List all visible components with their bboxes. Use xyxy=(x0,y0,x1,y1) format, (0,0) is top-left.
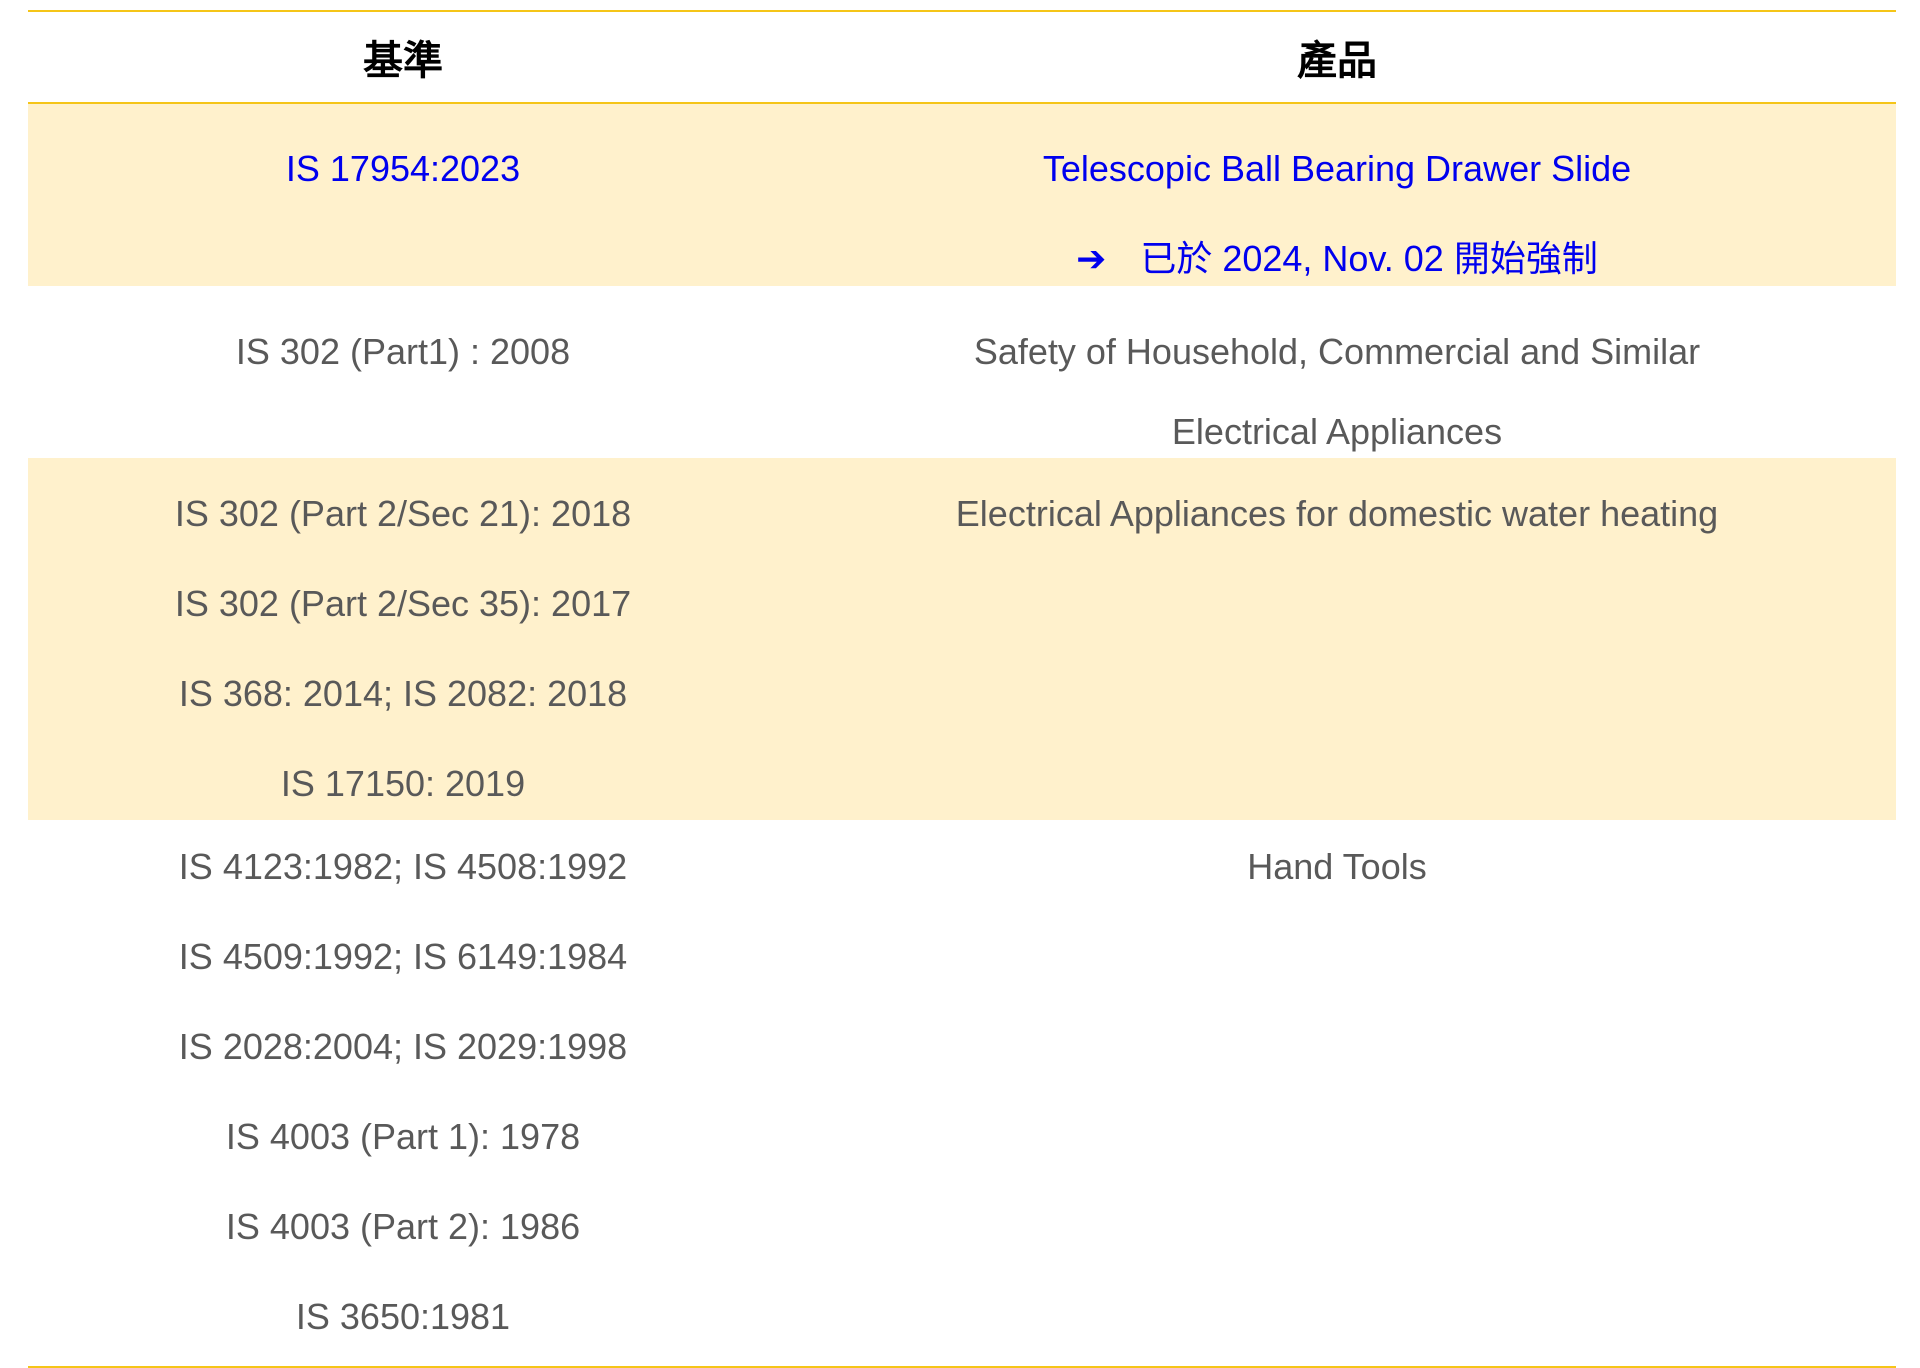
table-row: IS 302 (Part 2/Sec 21): 2018 IS 302 (Par… xyxy=(28,458,1896,820)
standard-text: IS 302 (Part 2/Sec 35): 2017 xyxy=(174,583,632,624)
enforcement-note-text: 已於 2024, Nov. 02 開始強制 xyxy=(1140,238,1598,279)
header-standard: 基準 xyxy=(363,37,443,84)
standard-text: IS 3650:1981 xyxy=(295,1296,511,1337)
standard-text: IS 302 (Part 2/Sec 21): 2018 xyxy=(174,493,632,534)
product-text: Electrical Appliances for domestic water… xyxy=(955,493,1719,534)
standard-text: IS 4003 (Part 2): 1986 xyxy=(225,1206,581,1247)
standard-text: IS 4003 (Part 1): 1978 xyxy=(225,1116,581,1157)
product-text: Safety of Household, Commercial and Simi… xyxy=(973,331,1701,372)
table-row: IS 4123:1982; IS 4508:1992 IS 4509:1992;… xyxy=(28,820,1896,1366)
header-product: 產品 xyxy=(1297,37,1377,84)
product-cell: Electrical Appliances for domestic water… xyxy=(778,458,1896,820)
standard-cell: IS 302 (Part 2/Sec 21): 2018 IS 302 (Par… xyxy=(28,458,778,820)
table-row: IS 17954:2023 Telescopic Ball Bearing Dr… xyxy=(28,104,1896,286)
product-cell: Hand Tools xyxy=(778,820,1896,1366)
standard-cell: IS 17954:2023 xyxy=(28,104,778,286)
product-cell: Safety of Household, Commercial and Simi… xyxy=(778,286,1896,458)
standard-cell: IS 302 (Part1) : 2008 xyxy=(28,286,778,458)
standard-text: IS 17954:2023 xyxy=(285,148,521,189)
standard-cell: IS 4123:1982; IS 4508:1992 IS 4509:1992;… xyxy=(28,820,778,1366)
product-cell: Telescopic Ball Bearing Drawer Slide ➔ 已於… xyxy=(778,104,1896,286)
table-row: IS 302 (Part1) : 2008 Safety of Househol… xyxy=(28,286,1896,458)
standard-text: IS 4509:1992; IS 6149:1984 xyxy=(178,936,628,977)
standard-text: IS 302 (Part1) : 2008 xyxy=(235,331,571,372)
product-text: Telescopic Ball Bearing Drawer Slide xyxy=(1042,148,1632,189)
standards-table: 基準 產品 IS 17954:2023 Telescopic Ball Bear… xyxy=(28,10,1896,1368)
standard-text: IS 2028:2004; IS 2029:1998 xyxy=(178,1026,628,1067)
standard-text: IS 368: 2014; IS 2082: 2018 xyxy=(178,673,628,714)
product-text: Hand Tools xyxy=(1247,846,1427,887)
table-header: 基準 產品 xyxy=(28,12,1896,104)
standard-text: IS 17150: 2019 xyxy=(280,763,526,804)
standard-text: IS 4123:1982; IS 4508:1992 xyxy=(178,846,628,887)
